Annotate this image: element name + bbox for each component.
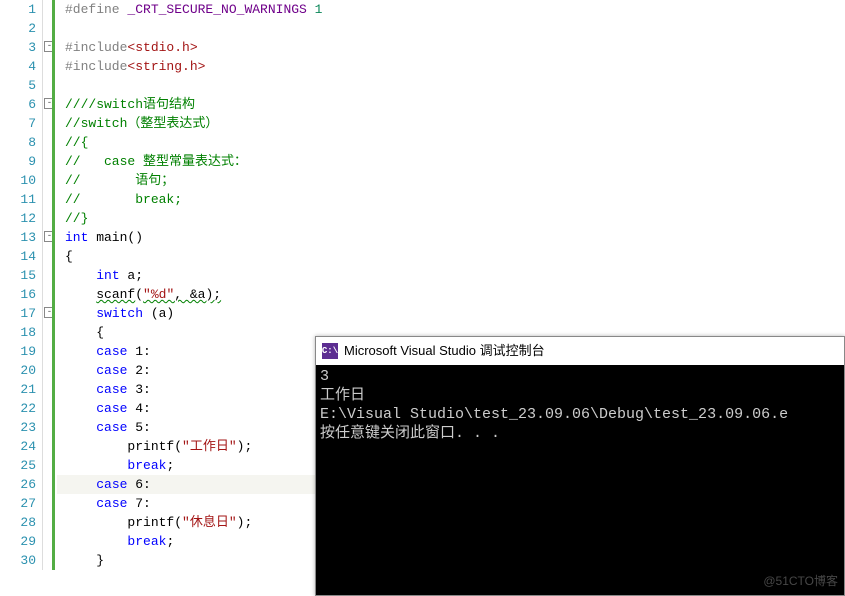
token: #define bbox=[65, 2, 127, 17]
comment: // break; bbox=[65, 192, 182, 207]
token: (a) bbox=[143, 306, 174, 321]
console-title-text: Microsoft Visual Studio 调试控制台 bbox=[344, 337, 545, 365]
token: <string.h> bbox=[127, 59, 205, 74]
comment: //{ bbox=[65, 135, 88, 150]
token: a; bbox=[120, 268, 143, 283]
token: #include bbox=[65, 59, 127, 74]
console-titlebar[interactable]: C:\ Microsoft Visual Studio 调试控制台 bbox=[316, 337, 844, 365]
vs-icon: C:\ bbox=[322, 343, 338, 359]
console-output: 3 工作日 E:\Visual Studio\test_23.09.06\Deb… bbox=[316, 365, 844, 445]
keyword: case bbox=[96, 344, 127, 359]
comment: //switch（整型表达式） bbox=[65, 116, 218, 131]
keyword: switch bbox=[96, 306, 143, 321]
keyword: int bbox=[65, 230, 88, 245]
comment: //} bbox=[65, 211, 88, 226]
keyword: case bbox=[96, 382, 127, 397]
line-number-gutter: 123 456 789 101112 131415 161718 192021 … bbox=[0, 0, 42, 570]
warning-squiggle: scanf bbox=[96, 287, 135, 302]
token: { bbox=[96, 325, 104, 340]
change-marker bbox=[52, 0, 55, 570]
token: <stdio.h> bbox=[127, 40, 197, 55]
comment: // case 整型常量表达式： bbox=[65, 154, 247, 169]
keyword: case bbox=[96, 363, 127, 378]
watermark: @51CTO博客 bbox=[763, 572, 838, 589]
debug-console-window[interactable]: C:\ Microsoft Visual Studio 调试控制台 3 工作日 … bbox=[315, 336, 845, 596]
token: { bbox=[65, 249, 73, 264]
token: #include bbox=[65, 40, 127, 55]
keyword: case bbox=[96, 401, 127, 416]
keyword: case bbox=[96, 420, 127, 435]
keyword: int bbox=[96, 268, 119, 283]
comment: ////switch语句结构 bbox=[65, 97, 195, 112]
comment: // 语句； bbox=[65, 173, 174, 188]
token: main() bbox=[88, 230, 143, 245]
